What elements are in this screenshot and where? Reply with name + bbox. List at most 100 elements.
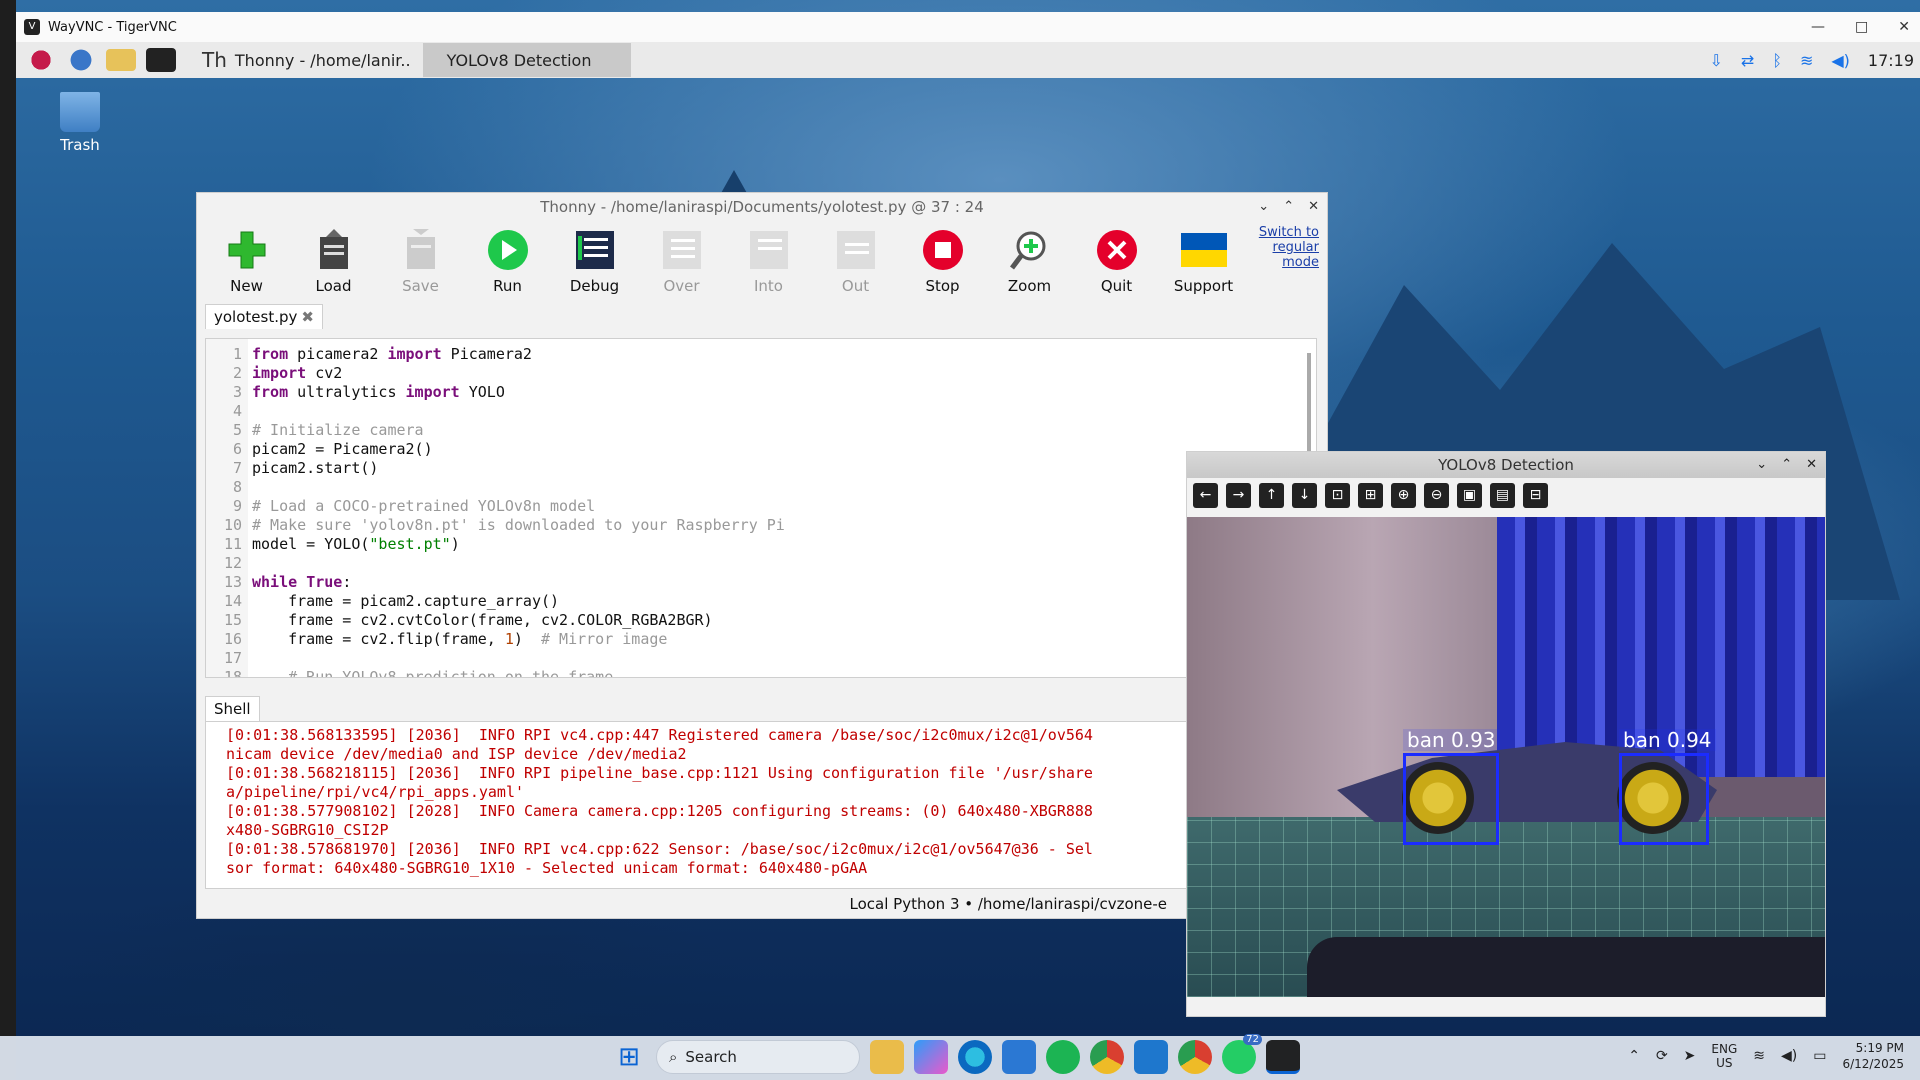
pan-up-icon[interactable]: ↑ (1259, 482, 1284, 508)
shell-tab[interactable]: Shell (205, 696, 260, 721)
save-image-icon[interactable]: ▣ (1457, 482, 1482, 508)
update-icon[interactable]: ⇩ (1710, 51, 1723, 70)
line-number: 1 (232, 345, 242, 363)
maximize-button[interactable]: ⌃ (1283, 193, 1294, 221)
wifi-icon[interactable]: ≋ (1753, 1048, 1765, 1064)
toolbar-zoom-button[interactable]: Zoom (986, 221, 1073, 295)
toolbar-out-button[interactable]: Out (812, 221, 899, 295)
minimize-button[interactable]: ⌄ (1756, 452, 1767, 478)
thonny-window: Thonny - /home/laniraspi/Documents/yolot… (196, 192, 1328, 919)
toolbar-load-button[interactable]: Load (290, 221, 377, 295)
host-side-strip (0, 0, 16, 1080)
store-icon[interactable] (1002, 1040, 1036, 1074)
vnc-connection-icon[interactable]: ⇄ (1741, 51, 1754, 70)
location-icon[interactable]: ➤ (1684, 1048, 1696, 1064)
toolbar-debug-button[interactable]: Debug (551, 221, 638, 295)
ukraine-flag-icon (1180, 227, 1227, 273)
chrome-icon[interactable] (1178, 1040, 1212, 1074)
code-line: from picamera2 import Picamera2 (252, 345, 785, 364)
maximize-button[interactable]: □ (1855, 19, 1868, 35)
close-tab-icon[interactable]: ✖ (301, 308, 314, 326)
line-number: 9 (232, 497, 242, 515)
line-number: 8 (232, 478, 242, 496)
properties-icon[interactable]: ⊟ (1523, 482, 1548, 508)
search-box[interactable]: ⌕ Search (656, 1040, 860, 1074)
bluetooth-icon[interactable]: ᛒ (1772, 51, 1782, 70)
edge-icon[interactable] (958, 1040, 992, 1074)
zoom-out-icon[interactable]: ⊖ (1424, 482, 1449, 508)
chrome-icon[interactable] (1090, 1040, 1124, 1074)
scrollbar-thumb[interactable] (1307, 353, 1311, 463)
yolo-title-bar[interactable]: YOLOv8 Detection ⌄ ⌃ ✕ (1187, 452, 1825, 478)
pan-left-icon[interactable]: ← (1193, 482, 1218, 508)
maximize-button[interactable]: ⌃ (1781, 452, 1792, 478)
whatsapp-icon[interactable]: 72 (1222, 1034, 1262, 1074)
zoom-in-icon[interactable]: ⊕ (1391, 482, 1416, 508)
code-editor[interactable]: 1 2 3 4 5 6 7 8 9 10 11 12 13 14 15 16 17 18 from picamer… (205, 338, 1317, 678)
toolbar-label: Over (663, 277, 700, 295)
raspberry-menu-icon[interactable] (26, 45, 56, 75)
switch-mode-link[interactable]: Switch to regular mode (1259, 225, 1319, 270)
toolbar-run-button[interactable]: Run (464, 221, 551, 295)
shell-output[interactable]: [0:01:38.568133595] [2036] INFO RPI vc4.… (205, 721, 1317, 889)
code-token: # Make sure 'yolov8n.pt' is downloaded t… (252, 516, 785, 534)
tigervnc-icon[interactable] (1266, 1040, 1300, 1074)
toolbar-save-button[interactable]: Save (377, 221, 464, 295)
switch-mode-text: Switch to (1258, 225, 1319, 240)
thonny-toolbar: New Load Save Run Debug Over Into Out Stop Zoom Qu… (197, 221, 1327, 301)
zoom-fit-icon[interactable]: ⊞ (1358, 482, 1383, 508)
toolbar-into-button[interactable]: Into (725, 221, 812, 295)
task-yolo[interactable]: YOLOv8 Detection (422, 43, 631, 77)
windows-clock[interactable]: 5:19 PM 6/12/2025 (1842, 1040, 1904, 1072)
shell-line: x480-SGBRG10_CSI2P (226, 821, 389, 839)
windows-start-icon[interactable]: ⊞ (612, 1040, 646, 1074)
language-indicator[interactable]: ENG US (1711, 1042, 1737, 1070)
file-manager-icon[interactable] (106, 49, 136, 71)
toolbar-label: New (230, 277, 263, 295)
battery-icon[interactable]: ▭ (1813, 1048, 1826, 1064)
toolbar-label: Into (754, 277, 783, 295)
code-line: model = YOLO("best.pt") (252, 535, 785, 554)
pi-clock: 17:19 (1867, 50, 1914, 70)
terminal-icon[interactable] (146, 48, 176, 72)
pan-down-icon[interactable]: ↓ (1292, 482, 1317, 508)
toolbar-over-button[interactable]: Over (638, 221, 725, 295)
editor-tab[interactable]: yolotest.py ✖ (205, 304, 323, 329)
volume-icon[interactable]: ◀) (1781, 1048, 1797, 1064)
code-line: frame = picam2.capture_array() (252, 592, 785, 611)
toolbar-quit-button[interactable]: Quit (1073, 221, 1160, 295)
close-button[interactable]: ✕ (1806, 452, 1817, 478)
wifi-icon[interactable]: ≋ (1800, 51, 1813, 70)
line-number: 17 (223, 649, 242, 667)
close-button[interactable]: ✕ (1308, 193, 1319, 221)
toolbar-label: Out (841, 277, 870, 295)
thonny-title-bar: Thonny - /home/laniraspi/Documents/yolot… (197, 193, 1327, 221)
file-explorer-icon[interactable] (870, 1040, 904, 1074)
chevron-up-icon[interactable]: ⌃ (1628, 1048, 1640, 1064)
toolbar-new-button[interactable]: New (203, 221, 290, 295)
sync-icon[interactable]: ⟳ (1656, 1048, 1668, 1064)
tigervnc-icon: V (24, 19, 40, 35)
minimize-button[interactable]: ⌄ (1258, 193, 1269, 221)
pan-right-icon[interactable]: → (1226, 482, 1251, 508)
detection-box (1619, 753, 1709, 845)
toolbar-support-button[interactable]: Support (1160, 221, 1247, 295)
code-line: from ultralytics import YOLO (252, 383, 785, 402)
minimize-button[interactable]: — (1811, 19, 1825, 35)
code-token: picam2.start() (252, 459, 379, 477)
volume-icon[interactable]: ◀) (1831, 51, 1850, 70)
vscode-icon[interactable] (1134, 1040, 1168, 1074)
taskbar-apps: ⊞ ⌕ Search 72 (612, 1034, 1300, 1074)
copilot-icon[interactable] (914, 1040, 948, 1074)
browser-globe-icon[interactable] (66, 45, 96, 75)
step-out-icon (833, 227, 879, 273)
spotify-icon[interactable] (1046, 1040, 1080, 1074)
close-button[interactable]: ✕ (1898, 19, 1910, 35)
code-line: # Load a COCO-pretrained YOLOv8n model (252, 497, 785, 516)
trash-desktop-icon[interactable]: Trash (55, 92, 105, 154)
zoom-in-rect-icon[interactable]: ⊡ (1325, 482, 1350, 508)
copy-image-icon[interactable]: ▤ (1490, 482, 1515, 508)
task-thonny[interactable]: Th Thonny - /home/lanir.. (190, 43, 423, 77)
toolbar-stop-button[interactable]: Stop (899, 221, 986, 295)
code-line: frame = cv2.flip(frame, 1) # Mirror imag… (252, 630, 785, 649)
